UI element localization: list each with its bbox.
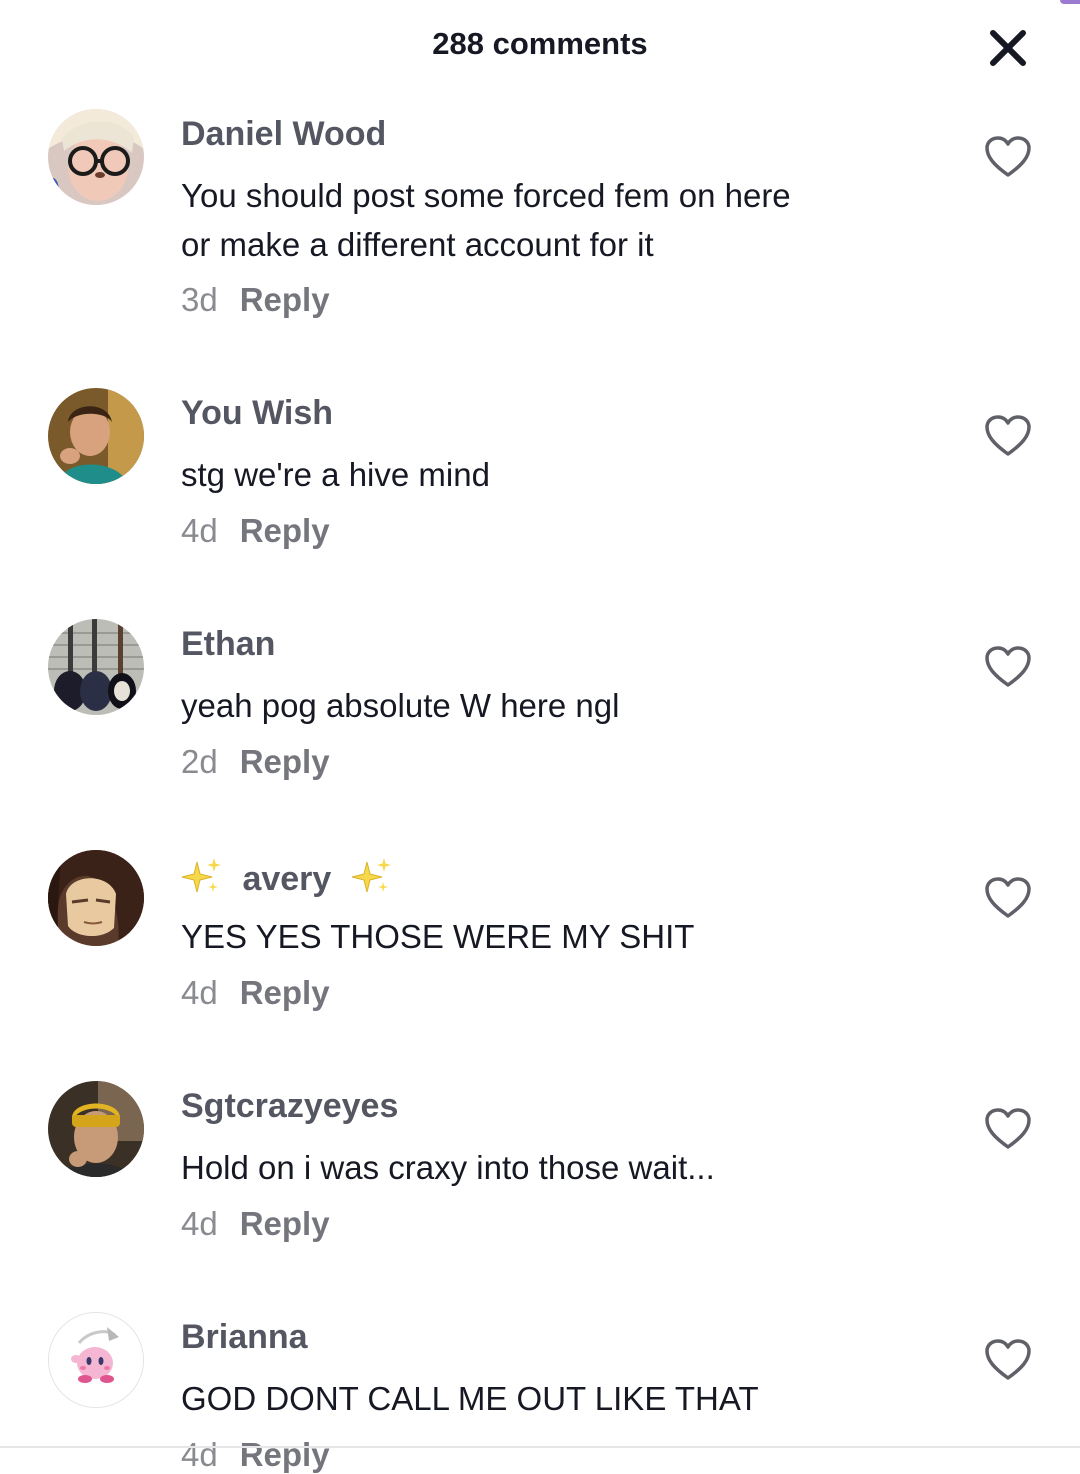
comment-meta: 2d Reply [181,743,330,781]
comment-username[interactable]: You Wish [181,394,333,433]
comment-age: 3d [181,281,218,318]
like-button[interactable] [984,876,1032,920]
comment-username[interactable]: Sgtcrazyeyes [181,1087,398,1126]
heart-icon [985,877,1031,918]
sparkles-icon [181,856,223,907]
comments-count-title: 288 comments [432,26,648,61]
like-button[interactable] [984,135,1032,179]
sparkles-icon [351,856,393,907]
like-button[interactable] [984,645,1032,689]
comment-username[interactable]: Daniel Wood [181,115,386,154]
comment-age: 4d [181,1436,218,1473]
heart-icon [985,646,1031,687]
comment-username[interactable]: avery [181,856,393,907]
close-icon [990,30,1026,66]
reply-button[interactable]: Reply [240,974,330,1011]
avatar[interactable] [48,619,144,715]
reply-button[interactable]: Reply [240,281,330,318]
avatar[interactable] [48,850,144,946]
heart-icon [985,1108,1031,1149]
heart-icon [985,1339,1031,1380]
reply-button[interactable]: Reply [240,1436,330,1473]
close-button[interactable] [984,24,1032,72]
comment-age: 4d [181,512,218,549]
avatar[interactable] [48,388,144,484]
avatar[interactable] [48,1081,144,1177]
comment-username[interactable]: Brianna [181,1318,308,1357]
comment-meta: 4d Reply [181,974,330,1012]
comment-age: 4d [181,974,218,1011]
comment-meta: 3d Reply [181,281,330,319]
comment-text: Hold on i was craxy into those wait... [181,1149,715,1186]
comment-meta: 4d Reply [181,1205,330,1243]
avatar[interactable] [48,109,144,205]
comment-username-text: avery [242,860,332,899]
comment-age: 2d [181,743,218,780]
reply-button[interactable]: Reply [240,1205,330,1242]
avatar[interactable] [48,1312,144,1408]
comments-header: 288 comments [0,0,1080,94]
heart-icon [985,415,1031,456]
comment-text: You should post some forced fem on here … [181,177,791,263]
bottom-divider [0,1446,1080,1448]
comment-age: 4d [181,1205,218,1242]
heart-icon [985,136,1031,177]
like-button[interactable] [984,1338,1032,1382]
comment-username[interactable]: Ethan [181,625,275,664]
comment-text: YES YES THOSE WERE MY SHIT [181,918,695,955]
comment-text: yeah pog absolute W here ngl [181,687,620,724]
like-button[interactable] [984,414,1032,458]
like-button[interactable] [984,1107,1032,1151]
comment-text: GOD DONT CALL ME OUT LIKE THAT [181,1380,759,1417]
reply-button[interactable]: Reply [240,512,330,549]
comment-meta: 4d Reply [181,512,330,550]
reply-button[interactable]: Reply [240,743,330,780]
comment-text: stg we're a hive mind [181,456,490,493]
comment-meta: 4d Reply [181,1436,330,1474]
